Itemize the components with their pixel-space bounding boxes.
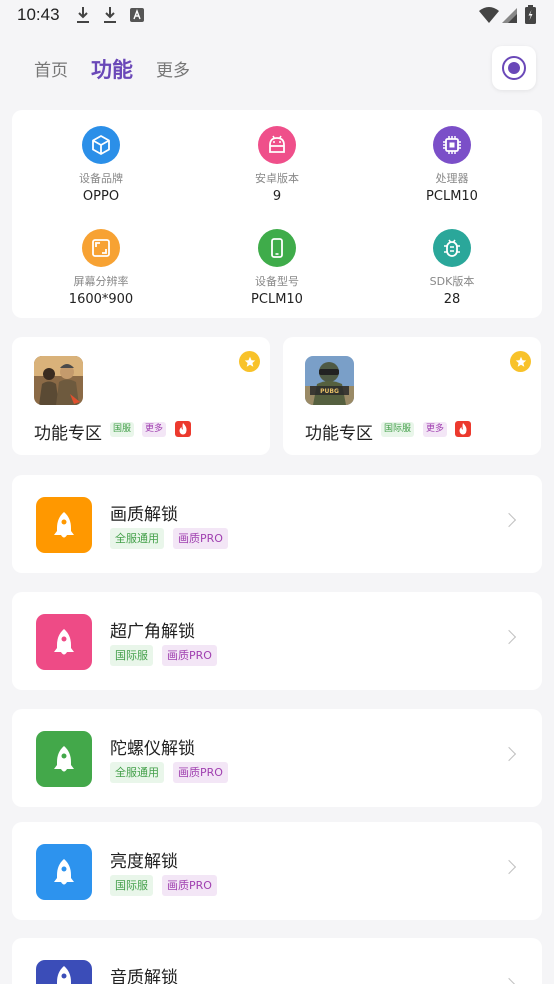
android-icon: [258, 126, 296, 164]
info-label: 设备型号: [255, 275, 299, 288]
chevron-right-icon: [501, 859, 517, 875]
download-icon: [104, 7, 116, 23]
info-sdk: SDK版本 28: [364, 229, 540, 307]
feature-title: 画质解锁: [110, 505, 178, 525]
phone-icon: [258, 229, 296, 267]
rocket-icon: [36, 960, 92, 984]
info-label: SDK版本: [429, 275, 475, 288]
tab-more[interactable]: 更多: [156, 56, 190, 81]
device-info-card: 设备品牌 OPPO 安卓版本 9 处理器 PCLM10 屏幕分辨率 1600*9…: [12, 110, 542, 318]
feature-tag-server: 国际服: [110, 645, 153, 666]
star-badge-icon: [510, 351, 531, 372]
game-thumbnail: [34, 356, 83, 405]
feature-title: 亮度解锁: [110, 852, 178, 872]
feature-tag-pro: 画质PRO: [162, 875, 217, 896]
feature-item-brightness[interactable]: 亮度解锁 国际服 画质PRO: [12, 822, 542, 920]
chevron-right-icon: [501, 746, 517, 762]
feature-tag-server: 国际服: [110, 875, 153, 896]
promo-tag-server: 国际服: [381, 422, 415, 437]
promo-card-global[interactable]: PUBG 功能专区 国际服 更多: [283, 337, 541, 455]
top-nav: 首页 功能 更多: [0, 44, 554, 90]
promo-card-cn[interactable]: 功能专区 国服 更多: [12, 337, 270, 455]
status-time: 10:43: [17, 5, 60, 24]
feature-item-wide-angle[interactable]: 超广角解锁 国际服 画质PRO: [12, 592, 542, 690]
info-model: 设备型号 PCLM10: [189, 229, 365, 307]
feature-title: 陀螺仪解锁: [110, 739, 195, 759]
info-processor: 处理器 PCLM10: [364, 126, 540, 204]
fire-icon: [455, 421, 471, 437]
rocket-icon: [36, 497, 92, 553]
info-value: PCLM10: [251, 292, 303, 307]
promo-tag-more: 更多: [142, 422, 167, 437]
download-icon: [77, 7, 89, 23]
info-resolution: 屏幕分辨率 1600*900: [13, 229, 189, 307]
record-button[interactable]: [492, 46, 536, 90]
info-label: 安卓版本: [255, 172, 299, 185]
promo-title: 功能专区: [305, 424, 373, 444]
info-value: OPPO: [82, 189, 120, 204]
feature-tag-pro: 画质PRO: [162, 645, 217, 666]
feature-tag-pro: 画质PRO: [173, 762, 228, 783]
cpu-icon: [433, 126, 471, 164]
feature-item-audio[interactable]: 音质解锁: [12, 938, 542, 984]
feature-title: 超广角解锁: [110, 622, 195, 642]
battery-icon: [525, 5, 536, 24]
info-label: 屏幕分辨率: [73, 275, 129, 288]
promo-tag-server: 国服: [110, 422, 135, 437]
bug-icon: [433, 229, 471, 267]
status-bar: 10:43: [0, 0, 554, 32]
feature-tag-server: 全服通用: [110, 528, 164, 549]
svg-text:PUBG: PUBG: [320, 388, 339, 395]
rocket-icon: [36, 614, 92, 670]
record-icon: [502, 56, 526, 80]
promo-title: 功能专区: [34, 424, 102, 444]
feature-item-gyroscope[interactable]: 陀螺仪解锁 全服通用 画质PRO: [12, 709, 542, 807]
star-badge-icon: [239, 351, 260, 372]
info-android: 安卓版本 9: [189, 126, 365, 204]
promo-tag-more: 更多: [423, 422, 448, 437]
screen-resolution-icon: [82, 229, 120, 267]
chevron-right-icon: [501, 629, 517, 645]
chevron-right-icon: [501, 977, 517, 984]
fire-icon: [175, 421, 191, 437]
tab-home[interactable]: 首页: [34, 56, 68, 81]
signal-icon: [502, 8, 517, 23]
info-label: 设备品牌: [79, 172, 123, 185]
info-value: 9: [272, 189, 282, 204]
feature-item-graphics[interactable]: 画质解锁 全服通用 画质PRO: [12, 475, 542, 573]
rocket-icon: [36, 731, 92, 787]
info-brand: 设备品牌 OPPO: [13, 126, 189, 204]
info-value: 1600*900: [68, 292, 134, 307]
font-app-icon: [130, 8, 144, 22]
wifi-icon: [479, 7, 499, 23]
info-value: PCLM10: [426, 189, 478, 204]
tab-features[interactable]: 功能: [91, 54, 133, 84]
game-thumbnail: PUBG: [305, 356, 354, 405]
cube-icon: [82, 126, 120, 164]
feature-title: 音质解锁: [110, 968, 178, 984]
chevron-right-icon: [501, 512, 517, 528]
rocket-icon: [36, 844, 92, 900]
info-label: 处理器: [435, 172, 469, 185]
info-value: 28: [443, 292, 461, 307]
feature-tag-pro: 画质PRO: [173, 528, 228, 549]
feature-tag-server: 全服通用: [110, 762, 164, 783]
